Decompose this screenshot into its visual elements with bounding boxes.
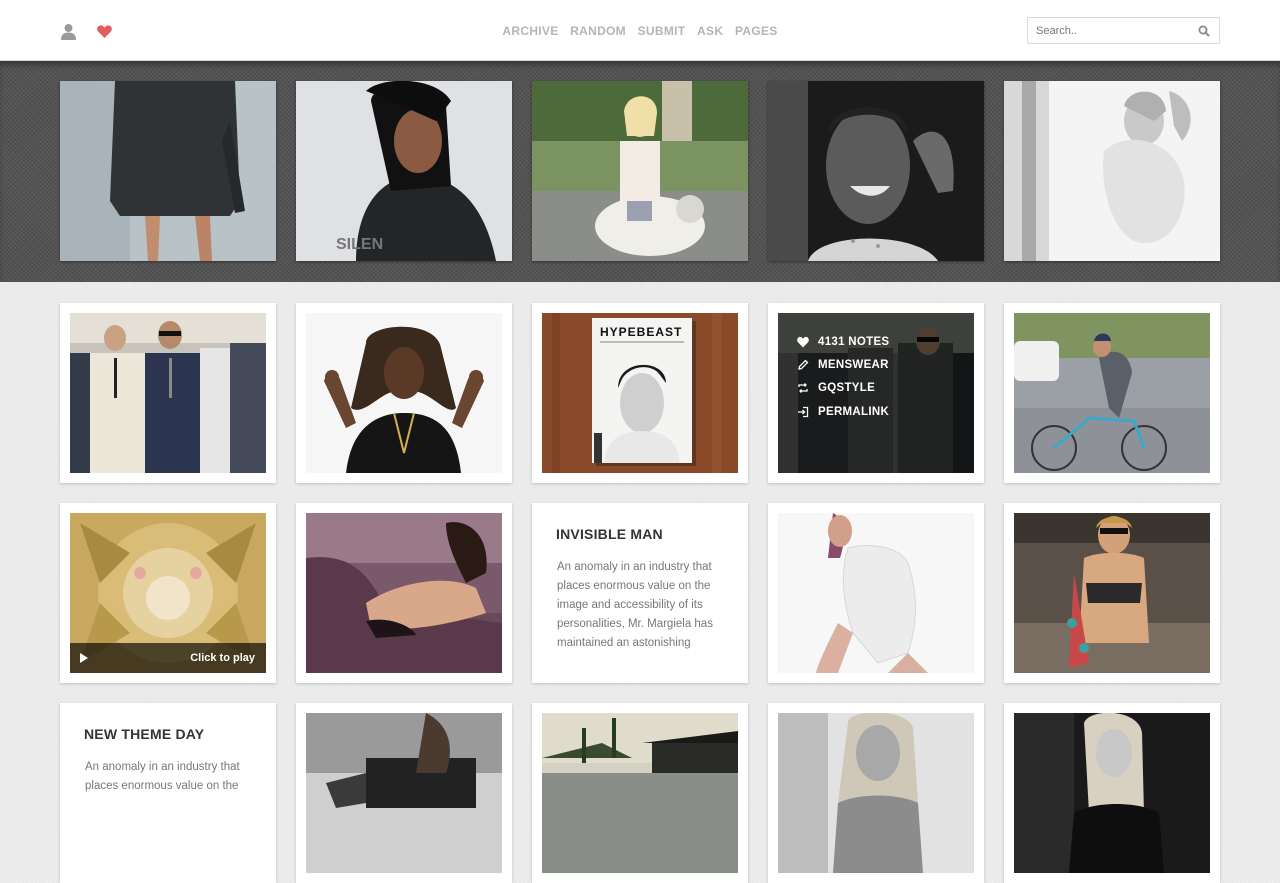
svg-text:SILEN: SILEN — [336, 236, 383, 253]
photo-post[interactable] — [768, 503, 984, 683]
featured-photo[interactable] — [768, 81, 984, 261]
post-image — [70, 313, 266, 473]
search-box — [1027, 17, 1220, 44]
video-post[interactable]: Click to play — [60, 503, 276, 683]
video-play-bar[interactable]: Click to play — [70, 643, 266, 673]
tag-link[interactable]: MENSWEAR — [797, 353, 889, 376]
photo-post[interactable] — [296, 703, 512, 883]
post-image — [542, 713, 738, 873]
featured-photo[interactable] — [1004, 81, 1220, 261]
photo-post[interactable] — [768, 703, 984, 883]
play-label[interactable]: Click to play — [190, 652, 255, 664]
top-header: ARCHIVE RANDOM SUBMIT ASK PAGES — [0, 0, 1280, 61]
featured-photo[interactable]: SILEN — [296, 81, 512, 261]
post-info-menu: 4131 NOTES MENSWEAR GQSTYLE PERMALINK — [797, 330, 889, 423]
post-image: Click to play — [70, 513, 266, 673]
post-title[interactable]: NEW THEME DAY — [84, 726, 204, 742]
text-post[interactable]: INVISIBLE MAN An anomaly in an industry … — [532, 503, 748, 683]
permalink-label: PERMALINK — [818, 405, 890, 418]
photo-post[interactable]: HYPEBEAST — [532, 303, 748, 483]
pencil-icon — [798, 359, 809, 370]
nav-pages[interactable]: PAGES — [735, 24, 778, 38]
notes-count: 4131 NOTES — [818, 335, 890, 348]
post-body: An anomaly in an industry that places en… — [85, 761, 240, 792]
post-image — [1014, 513, 1210, 673]
reblog-icon — [798, 383, 808, 394]
post-image — [306, 513, 502, 673]
featured-band: SILEN — [0, 61, 1280, 282]
tag-label: GQSTYLE — [818, 382, 876, 395]
post-title[interactable]: INVISIBLE MAN — [556, 526, 663, 542]
nav-archive[interactable]: ARCHIVE — [502, 24, 558, 38]
text-post[interactable]: NEW THEME DAY An anomaly in an industry … — [60, 703, 276, 883]
post-image — [1014, 313, 1210, 473]
photo-post[interactable] — [1004, 303, 1220, 483]
featured-photo[interactable] — [532, 81, 748, 261]
photo-post[interactable] — [532, 703, 748, 883]
permalink-icon — [798, 406, 809, 417]
notes-link[interactable]: 4131 NOTES — [797, 330, 889, 353]
photo-post-hover[interactable]: 4131 NOTES MENSWEAR GQSTYLE PERMALINK — [768, 303, 984, 483]
photo-post[interactable] — [296, 303, 512, 483]
post-body: An anomaly in an industry that places en… — [557, 561, 713, 649]
heart-icon — [797, 336, 809, 348]
post-image — [1014, 713, 1210, 873]
magazine-title: HYPEBEAST — [600, 325, 682, 339]
photo-post[interactable] — [296, 503, 512, 683]
tag-link[interactable]: GQSTYLE — [797, 377, 889, 400]
photo-post[interactable] — [1004, 703, 1220, 883]
search-icon[interactable] — [1198, 25, 1210, 37]
post-image — [306, 713, 502, 873]
photo-post[interactable] — [1004, 503, 1220, 683]
post-image — [306, 313, 502, 473]
nav-submit[interactable]: SUBMIT — [638, 24, 686, 38]
post-image: HYPEBEAST — [542, 313, 738, 473]
photo-post[interactable] — [60, 303, 276, 483]
play-icon[interactable] — [80, 653, 88, 663]
permalink-link[interactable]: PERMALINK — [797, 400, 889, 423]
post-image — [778, 713, 974, 873]
featured-photo[interactable] — [60, 81, 276, 261]
tag-label: MENSWEAR — [818, 358, 889, 371]
post-image — [778, 513, 974, 673]
search-input[interactable] — [1036, 24, 1186, 38]
nav-random[interactable]: RANDOM — [570, 24, 626, 38]
nav-ask[interactable]: ASK — [697, 24, 723, 38]
post-image: 4131 NOTES MENSWEAR GQSTYLE PERMALINK — [778, 313, 974, 473]
